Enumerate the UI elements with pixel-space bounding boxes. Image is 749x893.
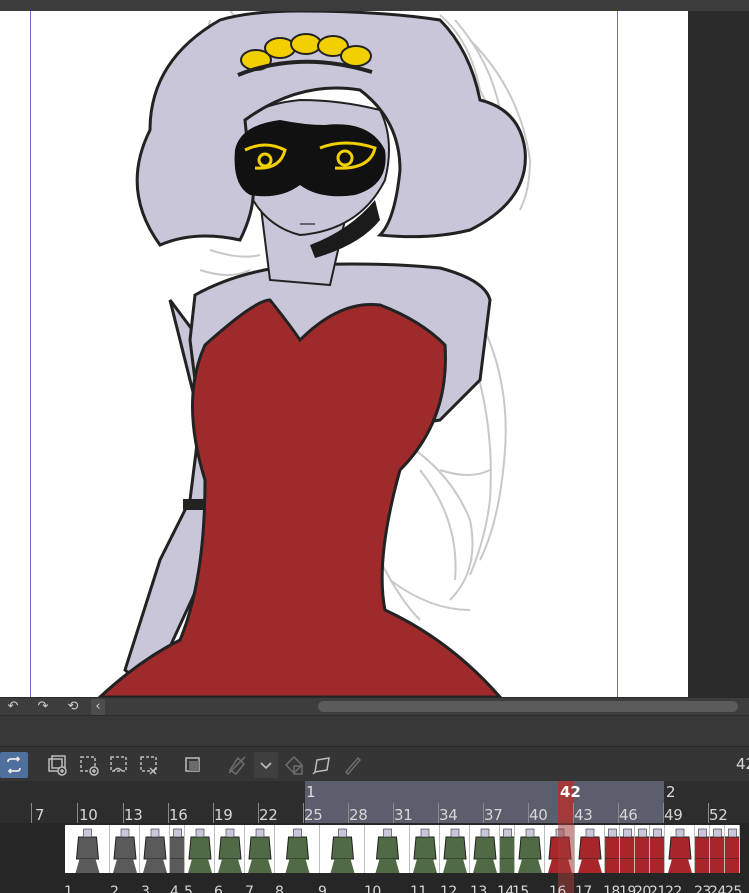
delete-icon[interactable] [281, 752, 307, 778]
ruler-tick-label: 25 [304, 806, 323, 824]
frame-number: 21 [649, 884, 666, 893]
rotate-reset-icon[interactable]: ⟲ [65, 699, 81, 715]
frame-thumbnail[interactable] [635, 825, 650, 873]
frame-thumbnail[interactable] [710, 825, 725, 873]
ruler-tick-label: 37 [484, 806, 503, 824]
frame-number: 5 [184, 884, 193, 893]
frame-number: 22 [665, 884, 682, 893]
frame-thumbnail[interactable] [170, 825, 185, 873]
frame-thumbnail[interactable] [110, 825, 140, 873]
frame-thumbnail[interactable] [575, 825, 605, 873]
right-gutter [688, 11, 749, 697]
frame-number: 8 [275, 884, 284, 893]
collapse-left-icon[interactable]: ‹ [91, 699, 105, 715]
ruler-tick-label: 19 [214, 806, 233, 824]
light-table-icon[interactable] [224, 752, 250, 778]
frame-thumbnail[interactable] [605, 825, 620, 873]
frame-number: 25 [725, 884, 742, 893]
horizontal-scrollbar[interactable] [318, 701, 738, 712]
drawing-canvas[interactable] [0, 11, 688, 697]
redo-icon[interactable]: ↷ [35, 699, 51, 715]
new-cel-icon[interactable] [76, 752, 102, 778]
ruler-tick-line [77, 803, 78, 823]
ruler-tick-label: 31 [394, 806, 413, 824]
frame-number: 6 [214, 884, 223, 893]
ruler-tick-label: 43 [574, 806, 593, 824]
frame-thumbnail[interactable] [65, 825, 110, 873]
canvas-workspace[interactable] [0, 0, 749, 697]
top-strip [0, 0, 749, 11]
specify-cel-icon[interactable] [106, 752, 132, 778]
frame-thumbnail[interactable] [515, 825, 545, 873]
frame-thumbnail[interactable] [725, 825, 740, 873]
frame-number: 11 [410, 884, 427, 893]
timeline-toolbar: 42 [0, 746, 749, 781]
canvas-navigation-bar: ↶ ↷ ⟲ ‹ [0, 697, 749, 715]
timeline-ruler[interactable]: 1 2 42 7 10 13 16 19 22 25 28 31 34 37 4… [0, 781, 749, 824]
frame-number: 15 [512, 884, 529, 893]
character-artwork [97, 11, 532, 697]
frame-thumbnail[interactable] [665, 825, 695, 873]
frame-number: 4 [170, 884, 179, 893]
frame-number: 9 [318, 884, 327, 893]
frame-thumbnail[interactable] [320, 825, 365, 873]
ruler-tick-label: 10 [79, 806, 98, 824]
ruler-tick-label: 52 [709, 806, 728, 824]
paper-icon[interactable] [309, 752, 335, 778]
frame-thumbnail[interactable] [140, 825, 170, 873]
frame-number: 2 [110, 884, 119, 893]
pencil-icon[interactable] [340, 752, 366, 778]
frame-thumbnail[interactable] [410, 825, 440, 873]
frame-thumbnail[interactable] [275, 825, 320, 873]
frame-number: 10 [364, 884, 381, 893]
frame-thumbnail[interactable] [650, 825, 665, 873]
ruler-tick-label: 49 [664, 806, 683, 824]
frame-number: 18 [603, 884, 620, 893]
ruler-tick-label: 16 [169, 806, 188, 824]
undo-icon[interactable]: ↶ [5, 699, 21, 715]
panel-separator [0, 715, 749, 746]
frame-thumbnail[interactable] [695, 825, 710, 873]
frame-thumbnail[interactable] [620, 825, 635, 873]
range-end-label: 2 [666, 783, 676, 801]
ruler-tick-label: 28 [349, 806, 368, 824]
frame-thumbnail[interactable] [500, 825, 515, 873]
frame-thumbnail[interactable] [215, 825, 245, 873]
dropdown-chevron-icon[interactable] [254, 752, 278, 778]
frame-thumbnail[interactable] [470, 825, 500, 873]
frame-count-readout: 42 [736, 755, 749, 773]
new-animation-folder-icon[interactable] [44, 752, 70, 778]
frame-number: 3 [141, 884, 150, 893]
frame-number: 13 [470, 884, 487, 893]
cel-track[interactable]: 1 2 3 4 5 6 7 8 9 10 11 12 13 14 15 16 1… [0, 823, 749, 893]
loop-playback-icon[interactable] [0, 752, 28, 778]
frame-number: 17 [575, 884, 592, 893]
frame-thumbnail[interactable] [185, 825, 215, 873]
frame-thumbnail[interactable] [245, 825, 275, 873]
ruler-tick-label: 46 [619, 806, 638, 824]
onion-skin-icon[interactable] [180, 752, 206, 778]
range-start-label: 1 [306, 783, 316, 801]
frame-number: 16 [549, 884, 566, 893]
frame-thumbnail[interactable] [440, 825, 470, 873]
frame-number: 12 [440, 884, 457, 893]
frame-number: 24 [709, 884, 726, 893]
frame-thumbnail[interactable] [365, 825, 410, 873]
ruler-tick-label: 40 [529, 806, 548, 824]
ruler-tick-label: 34 [439, 806, 458, 824]
ruler-tick-label: 7 [35, 806, 45, 824]
ruler-tick-label: 22 [259, 806, 278, 824]
playhead-frame-label: 42 [560, 783, 581, 801]
frame-number: 7 [245, 884, 254, 893]
delete-cel-icon[interactable] [136, 752, 162, 778]
ruler-tick-label: 13 [124, 806, 143, 824]
ruler-tick-line [31, 803, 32, 823]
frame-number: 1 [64, 884, 73, 893]
playhead-marker [558, 823, 574, 893]
